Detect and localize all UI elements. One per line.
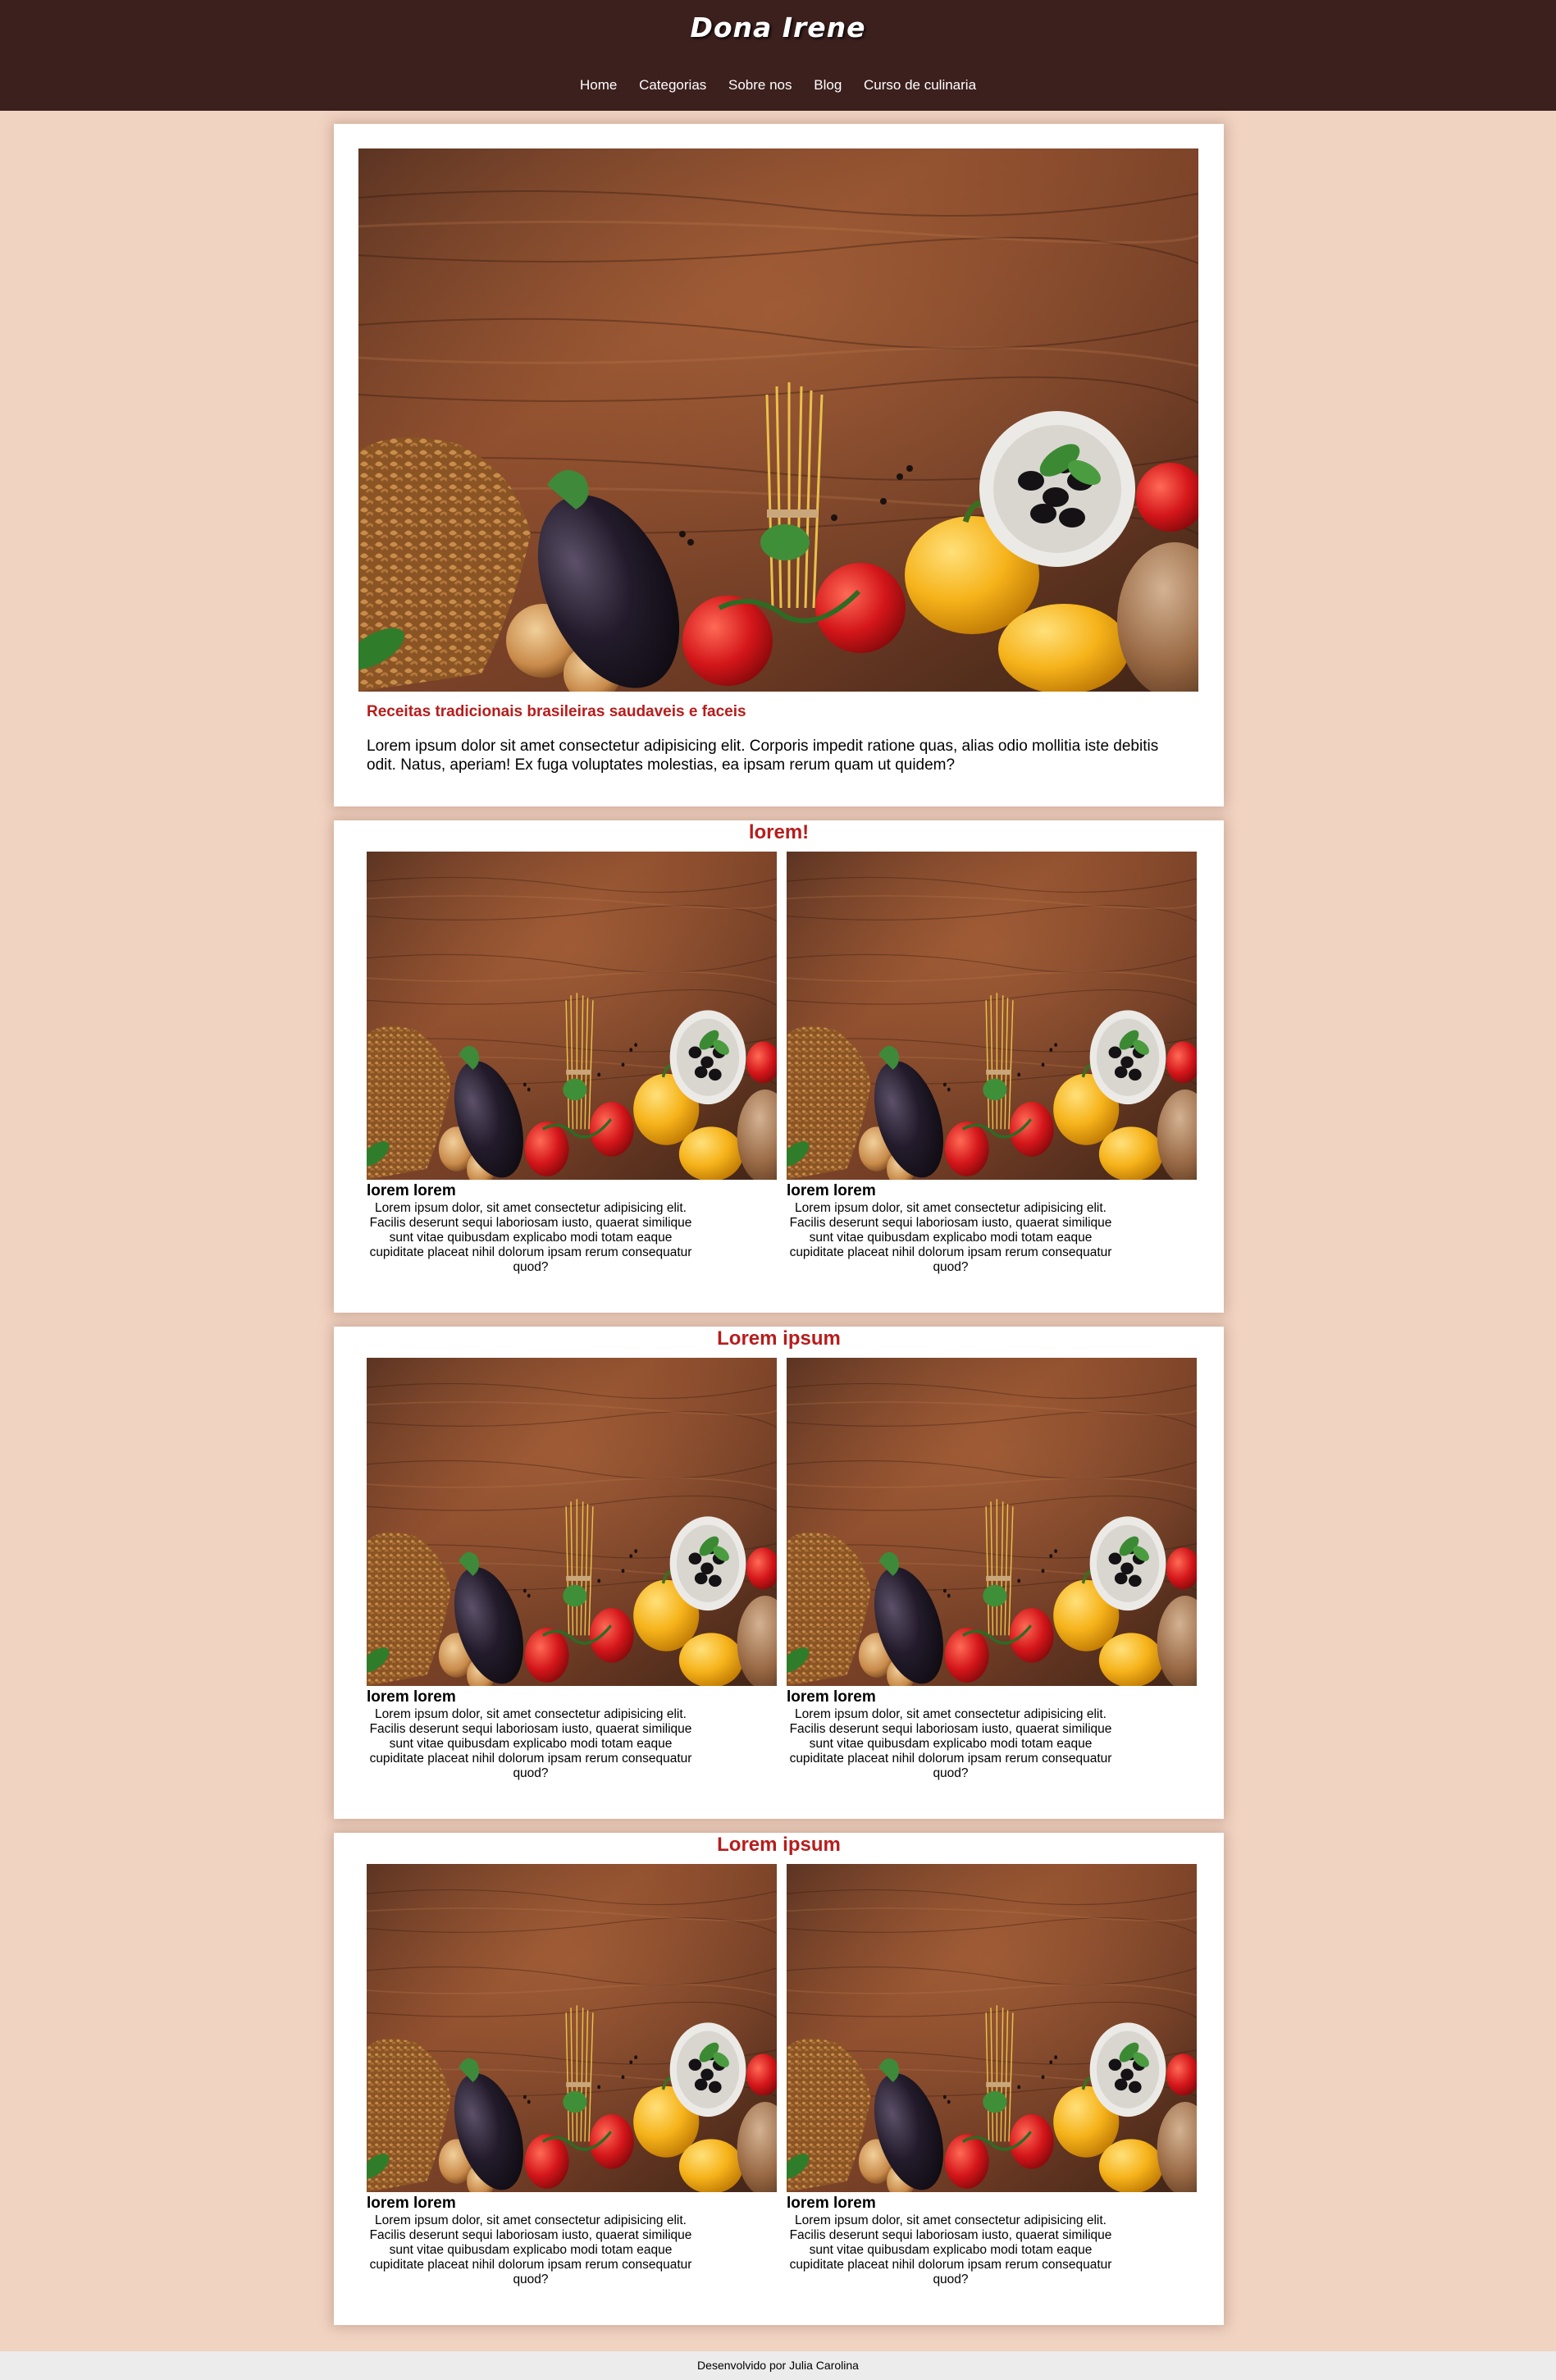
nav-item-home[interactable]: Home bbox=[580, 77, 617, 93]
section-title: lorem! bbox=[748, 821, 810, 843]
recipe-card[interactable]: lorem lorem Lorem ipsum dolor, sit amet … bbox=[367, 1358, 777, 1781]
recipe-title: lorem lorem bbox=[787, 1182, 876, 1199]
recipe-text: Lorem ipsum dolor, sit amet consectetur … bbox=[789, 1201, 1112, 1274]
recipe-title: lorem lorem bbox=[367, 2195, 456, 2212]
nav-item-categorias[interactable]: Categorias bbox=[639, 77, 706, 93]
recipe-text: Lorem ipsum dolor, sit amet consectetur … bbox=[369, 1707, 692, 1780]
recipe-text: Lorem ipsum dolor, sit amet consectetur … bbox=[789, 1707, 1112, 1780]
recipe-image[interactable] bbox=[787, 852, 1197, 1180]
section-title: Lorem ipsum bbox=[717, 1834, 841, 1856]
hero-text: Lorem ipsum dolor sit amet consectetur a… bbox=[367, 738, 1159, 774]
recipe-title: lorem lorem bbox=[787, 1688, 876, 1706]
recipe-image[interactable] bbox=[787, 1358, 1197, 1686]
recipe-text: Lorem ipsum dolor, sit amet consectetur … bbox=[369, 1201, 692, 1274]
hero-food-image bbox=[358, 148, 1198, 692]
site-header: Dona Irene Home Categorias Sobre nos Blo… bbox=[0, 0, 1556, 111]
recipe-text: Lorem ipsum dolor, sit amet consectetur … bbox=[789, 2213, 1112, 2286]
recipe-title: lorem lorem bbox=[787, 2195, 876, 2212]
recipe-section: lorem! lorem lorem Lorem ipsum dolor, si… bbox=[334, 820, 1224, 1313]
recipe-image[interactable] bbox=[367, 852, 777, 1180]
recipe-card[interactable]: lorem lorem Lorem ipsum dolor, sit amet … bbox=[787, 1864, 1197, 2287]
site-footer: Desenvolvido por Julia Carolina bbox=[0, 2351, 1556, 2380]
recipe-card[interactable]: lorem lorem Lorem ipsum dolor, sit amet … bbox=[367, 852, 777, 1275]
main-nav: Home Categorias Sobre nos Blog Curso de … bbox=[0, 77, 1556, 94]
recipe-image[interactable] bbox=[367, 1358, 777, 1686]
recipe-card[interactable]: lorem lorem Lorem ipsum dolor, sit amet … bbox=[787, 852, 1197, 1275]
section-title: Lorem ipsum bbox=[717, 1327, 841, 1350]
footer-credit: Desenvolvido por Julia Carolina bbox=[697, 2359, 859, 2372]
hero-card: Receitas tradicionais brasileiras saudav… bbox=[334, 124, 1224, 806]
recipe-section: Lorem ipsum lorem lorem Lorem ipsum dolo… bbox=[334, 1833, 1224, 2325]
nav-item-blog[interactable]: Blog bbox=[814, 77, 842, 93]
site-logo[interactable]: Dona Irene bbox=[0, 11, 1556, 43]
nav-item-sobre-nos[interactable]: Sobre nos bbox=[728, 77, 792, 93]
recipe-title: lorem lorem bbox=[367, 1182, 456, 1199]
recipe-image[interactable] bbox=[787, 1864, 1197, 2192]
recipe-text: Lorem ipsum dolor, sit amet consectetur … bbox=[369, 2213, 692, 2286]
hero-subtitle: Receitas tradicionais brasileiras saudav… bbox=[367, 703, 746, 720]
recipe-card[interactable]: lorem lorem Lorem ipsum dolor, sit amet … bbox=[787, 1358, 1197, 1781]
nav-item-curso-de-culinaria[interactable]: Curso de culinaria bbox=[864, 77, 976, 93]
recipe-image[interactable] bbox=[367, 1864, 777, 2192]
recipe-section: Lorem ipsum lorem lorem Lorem ipsum dolo… bbox=[334, 1327, 1224, 1819]
recipe-title: lorem lorem bbox=[367, 1688, 456, 1706]
recipe-card[interactable]: lorem lorem Lorem ipsum dolor, sit amet … bbox=[367, 1864, 777, 2287]
